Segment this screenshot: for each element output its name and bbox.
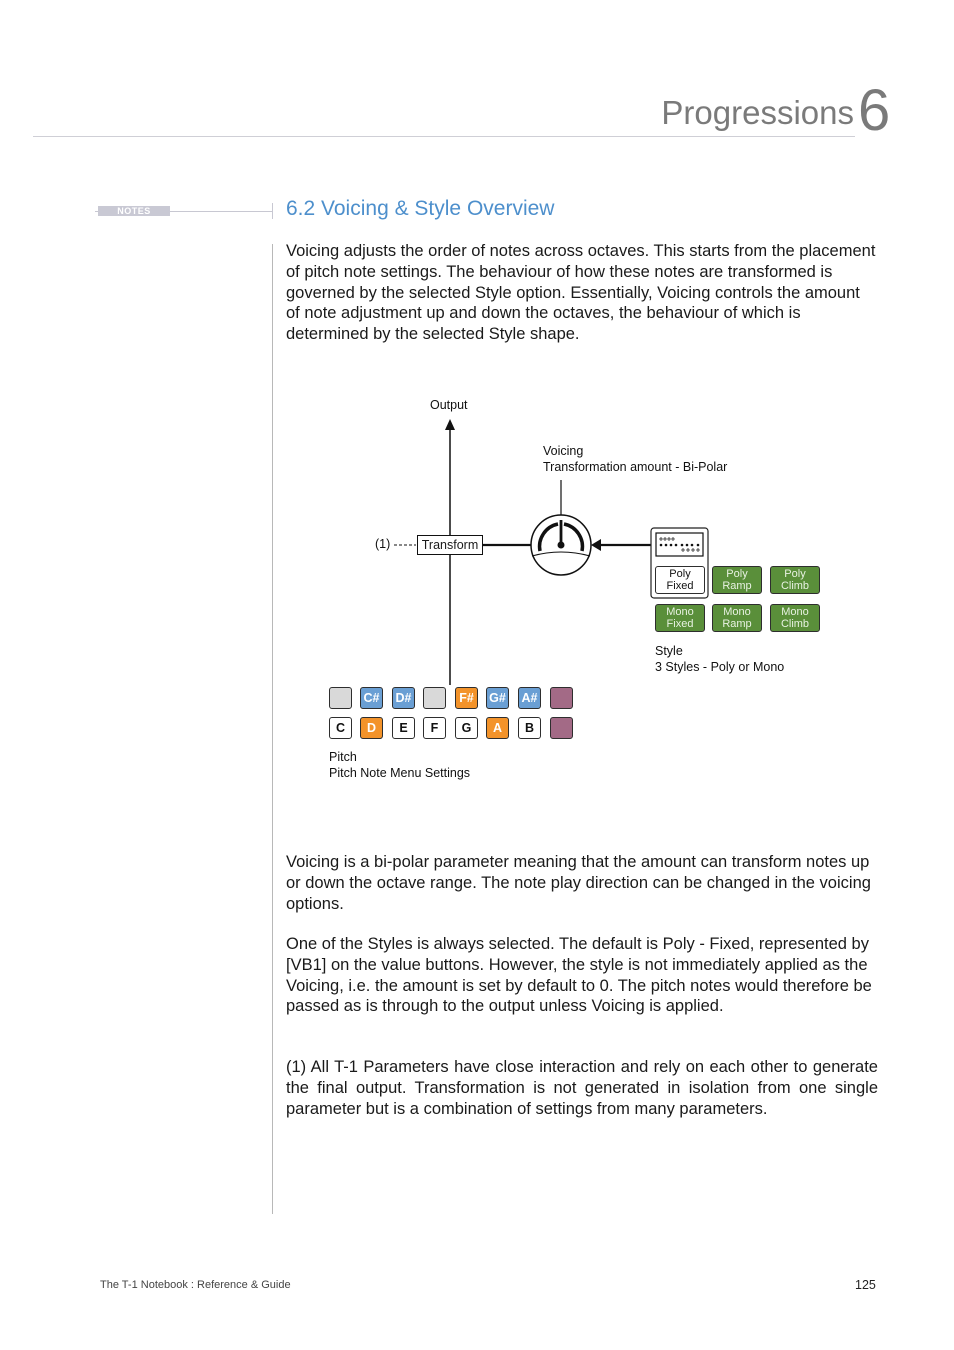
- note-key-f[interactable]: F: [423, 717, 446, 739]
- note-key-blank[interactable]: [329, 687, 352, 709]
- voicing-label: Voicing: [543, 444, 584, 458]
- body-paragraph-2: One of the Styles is always selected. Th…: [286, 935, 872, 1016]
- voicing-sublabel: Transformation amount - Bi-Polar: [543, 460, 728, 474]
- pitch-label: Pitch: [329, 750, 357, 764]
- style-display-icon: [655, 532, 704, 557]
- section-title: 6.2 Voicing & Style Overview: [286, 197, 555, 220]
- style-selection-frame: [650, 527, 709, 599]
- style-button-line1: Mono: [723, 605, 751, 618]
- style-button-line2: Ramp: [722, 580, 752, 592]
- page-number: 125: [855, 1278, 876, 1292]
- style-button-line2: Ramp: [722, 618, 752, 630]
- note-key-b[interactable]: B: [518, 717, 541, 739]
- note-key-e[interactable]: E: [392, 717, 415, 739]
- style-label: Style: [655, 644, 683, 658]
- output-label: Output: [430, 398, 468, 412]
- note-key-blank[interactable]: [423, 687, 446, 709]
- margin-divider: [272, 244, 273, 1214]
- body-paragraph-3: (1) All T-1 Parameters have close intera…: [286, 1058, 878, 1118]
- style-button-line1: Mono: [666, 605, 694, 618]
- note-key-a-sharp[interactable]: A#: [518, 687, 541, 709]
- note-key-f-sharp[interactable]: F#: [455, 687, 478, 709]
- note-key-octave-upper[interactable]: [550, 687, 573, 709]
- style-button-mono-climb[interactable]: Mono Climb: [770, 604, 820, 632]
- pitch-sublabel: Pitch Note Menu Settings: [329, 766, 471, 780]
- style-button-line1: Poly: [784, 567, 806, 580]
- transform-box: Transform: [417, 535, 483, 555]
- footer-book-title: The T-1 Notebook : Reference & Guide: [100, 1279, 291, 1291]
- output-arrow-icon: [445, 419, 455, 430]
- notes-label: NOTES: [98, 206, 170, 216]
- note-key-d-sharp[interactable]: D#: [392, 687, 415, 709]
- intro-paragraph: Voicing adjusts the order of notes acros…: [286, 242, 876, 344]
- note-key-c-sharp[interactable]: C#: [360, 687, 383, 709]
- style-button-line2: Fixed: [666, 618, 694, 630]
- header-divider: [33, 136, 855, 137]
- style-button-poly-climb[interactable]: Poly Climb: [770, 566, 820, 594]
- notes-tick: [272, 203, 273, 219]
- note-key-d[interactable]: D: [360, 717, 383, 739]
- style-button-line2: Climb: [780, 580, 810, 592]
- note-key-a[interactable]: A: [486, 717, 509, 739]
- note-key-octave-lower[interactable]: [550, 717, 573, 739]
- style-button-line1: Poly: [669, 567, 691, 580]
- style-button-line2: Climb: [780, 618, 810, 630]
- style-sublabel: 3 Styles - Poly or Mono: [655, 660, 785, 674]
- chapter-number: 6: [858, 78, 891, 143]
- chapter-title: Progressions: [661, 94, 854, 131]
- style-button-line1: Mono: [781, 605, 809, 618]
- style-button-line2: Fixed: [666, 580, 694, 592]
- style-button-poly-fixed[interactable]: Poly Fixed: [655, 566, 705, 594]
- body-paragraph-1: Voicing is a bi-polar parameter meaning …: [286, 853, 871, 913]
- footnote-marker: (1): [375, 537, 391, 551]
- style-arrow-icon: [591, 539, 601, 551]
- note-key-g[interactable]: G: [455, 717, 478, 739]
- style-button-mono-ramp[interactable]: Mono Ramp: [712, 604, 762, 632]
- note-key-g-sharp[interactable]: G#: [486, 687, 509, 709]
- style-button-line1: Poly: [726, 567, 748, 580]
- style-button-mono-fixed[interactable]: Mono Fixed: [655, 604, 705, 632]
- note-key-c[interactable]: C: [329, 717, 352, 739]
- voicing-dial-icon: [530, 514, 592, 576]
- style-button-poly-ramp[interactable]: Poly Ramp: [712, 566, 762, 594]
